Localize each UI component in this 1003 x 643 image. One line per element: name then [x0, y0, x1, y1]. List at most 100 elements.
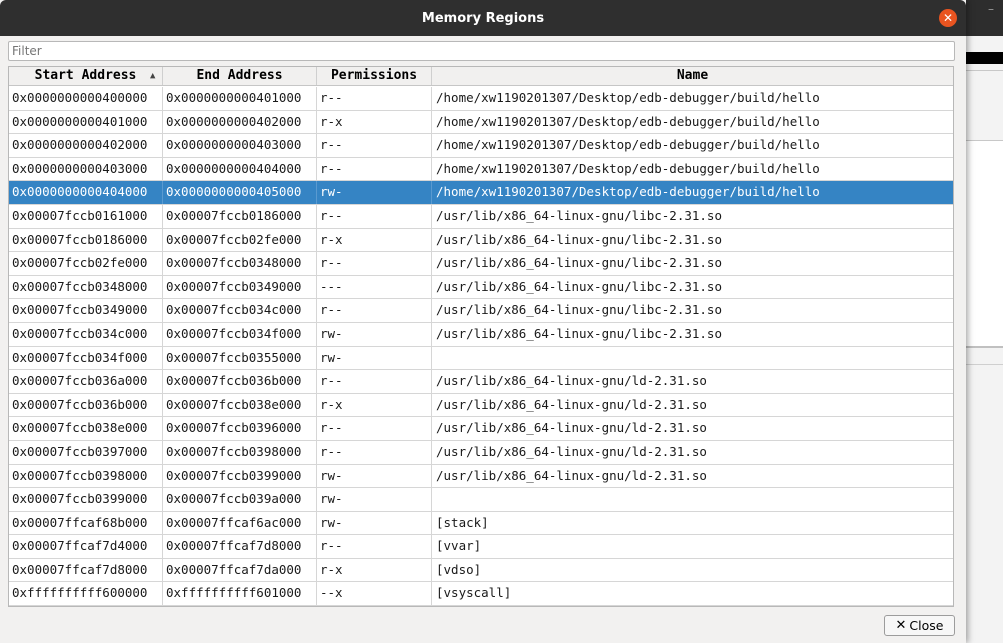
- name-cell: /home/xw1190201307/Desktop/edb-debugger/…: [436, 137, 820, 153]
- name-cell: /usr/lib/x86_64-linux-gnu/libc-2.31.so: [436, 231, 722, 247]
- permissions-cell: r--: [317, 204, 432, 228]
- name-cell: /usr/lib/x86_64-linux-gnu/libc-2.31.so: [436, 325, 722, 341]
- permissions-cell: r-x: [317, 228, 432, 252]
- end-address-cell: 0x00007fccb0398000: [163, 440, 317, 464]
- start-address-cell: 0x00007fccb0398000: [9, 464, 163, 488]
- start-address-cell: 0x00007fccb034f000: [9, 346, 163, 370]
- end-address-cell: 0x0000000000404000: [163, 157, 317, 181]
- close-button[interactable]: ✕ Close: [884, 615, 955, 636]
- name-cell: /usr/lib/x86_64-linux-gnu/libc-2.31.so: [436, 255, 722, 271]
- sort-ascending-icon: ▲: [150, 71, 156, 81]
- name-cell: [vsyscall]: [436, 585, 512, 601]
- background-divider: [963, 70, 1003, 71]
- title-bar[interactable]: Memory Regions ✕: [0, 0, 966, 36]
- permissions-cell: rw-: [317, 346, 432, 370]
- table-row[interactable]: 0x00007ffcaf7d8000 0x00007ffcaf7da000 r-x[…: [9, 558, 953, 583]
- end-address-cell: 0x0000000000405000: [163, 181, 317, 205]
- column-header-start-address[interactable]: Start Address ▲: [9, 67, 163, 85]
- table-row[interactable]: 0x00007fccb0186000 0x00007fccb02fe000 r-x /…: [9, 228, 953, 253]
- table-row[interactable]: 0x00007fccb0349000 0x00007fccb034c000 r-- /…: [9, 299, 953, 323]
- column-header-permissions[interactable]: Permissions: [317, 67, 432, 85]
- end-address-cell: 0x0000000000401000: [163, 87, 317, 110]
- table-row[interactable]: 0x00007fccb02fe000 0x00007fccb0348000 r-- /…: [9, 252, 953, 276]
- permissions-cell: r--: [317, 417, 432, 441]
- column-header-name[interactable]: Name: [432, 67, 953, 85]
- start-address-cell: 0x00007fccb0399000: [9, 488, 163, 512]
- end-address-cell: 0x00007fccb034f000: [163, 322, 317, 346]
- table-row[interactable]: 0x0000000000404000 0x0000000000405000 rw- /…: [9, 181, 953, 205]
- name-cell: [432, 347, 953, 370]
- name-cell: [stack]: [436, 514, 489, 530]
- name-cell: /home/xw1190201307/Desktop/edb-debugger/…: [436, 90, 820, 105]
- start-address-cell: 0x00007fccb038e000: [9, 417, 163, 441]
- start-address-cell: 0x00007fccb0348000: [9, 275, 163, 299]
- name-cell: /usr/lib/x86_64-linux-gnu/ld-2.31.so: [436, 467, 707, 483]
- end-address-cell: 0x00007fccb0349000: [163, 275, 317, 299]
- end-address-cell: 0x00007fccb0399000: [163, 464, 317, 488]
- table-row[interactable]: 0x00007fccb0398000 0x00007fccb0399000 rw- /…: [9, 464, 953, 489]
- permissions-cell: r--: [317, 299, 432, 323]
- permissions-cell: r--: [317, 535, 432, 559]
- start-address-cell: 0x00007ffcaf7d4000: [9, 535, 163, 559]
- table-row[interactable]: 0x0000000000402000 0x0000000000403000 r-- /…: [9, 134, 953, 158]
- permissions-cell: r-x: [317, 558, 432, 582]
- start-address-cell: 0x00007fccb02fe000: [9, 252, 163, 276]
- window-close-icon[interactable]: ✕: [939, 9, 957, 27]
- start-address-cell: 0x0000000000401000: [9, 110, 163, 134]
- table-row[interactable]: 0x00007fccb0397000 0x00007fccb0398000 r-- /…: [9, 440, 953, 465]
- start-address-cell: 0x00007fccb0349000: [9, 299, 163, 323]
- name-cell: /usr/lib/x86_64-linux-gnu/ld-2.31.so: [436, 443, 707, 459]
- end-address-cell: 0xffffffffff601000: [163, 582, 317, 606]
- background-window: –: [963, 0, 1003, 643]
- table-row[interactable]: 0x00007fccb0161000 0x00007fccb0186000 r-- /…: [9, 204, 953, 229]
- start-address-cell: 0x00007fccb036a000: [9, 370, 163, 394]
- permissions-cell: r--: [317, 440, 432, 464]
- permissions-cell: r--: [317, 370, 432, 394]
- table-row[interactable]: 0x00007fccb034f000 0x00007fccb0355000 rw-: [9, 346, 953, 371]
- end-address-cell: 0x00007fccb0396000: [163, 417, 317, 441]
- name-cell: [vdso]: [436, 561, 482, 577]
- end-address-cell: 0x00007ffcaf7da000: [163, 558, 317, 582]
- table-row[interactable]: 0x0000000000403000 0x0000000000404000 r-- /…: [9, 157, 953, 182]
- name-cell: [432, 488, 953, 511]
- background-splitter[interactable]: [963, 346, 1003, 348]
- name-cell: /usr/lib/x86_64-linux-gnu/ld-2.31.so: [436, 373, 707, 389]
- table-row[interactable]: 0x00007fccb0399000 0x00007fccb039a000 rw-: [9, 488, 953, 512]
- name-cell: /home/xw1190201307/Desktop/edb-debugger/…: [436, 184, 820, 200]
- end-address-cell: 0x00007fccb0186000: [163, 204, 317, 228]
- column-header-label: Start Address: [34, 68, 137, 83]
- column-header-label: Permissions: [330, 68, 418, 83]
- table-row[interactable]: 0x00007fccb038e000 0x00007fccb0396000 r-- /…: [9, 417, 953, 441]
- table-body: 0x0000000000400000 0x0000000000401000 r-- /…: [9, 87, 953, 606]
- end-address-cell: 0x00007fccb0355000: [163, 346, 317, 370]
- permissions-cell: r-x: [317, 110, 432, 134]
- permissions-cell: r--: [317, 87, 432, 110]
- start-address-cell: 0x0000000000403000: [9, 157, 163, 181]
- column-header-end-address[interactable]: End Address: [163, 67, 317, 85]
- table-row[interactable]: 0xffffffffff600000 0xffffffffff601000 --x[…: [9, 582, 953, 606]
- table-row[interactable]: 0x00007fccb034c000 0x00007fccb034f000 rw- /…: [9, 322, 953, 347]
- end-address-cell: 0x00007ffcaf7d8000: [163, 535, 317, 559]
- table-row[interactable]: 0x00007fccb036a000 0x00007fccb036b000 r-- /…: [9, 370, 953, 394]
- table-row[interactable]: 0x00007ffcaf7d4000 0x00007ffcaf7d8000 r--[…: [9, 535, 953, 559]
- table-row[interactable]: 0x0000000000401000 0x0000000000402000 r-x /…: [9, 110, 953, 135]
- table-row[interactable]: 0x00007ffcaf68b000 0x00007ffcaf6ac000 rw-[…: [9, 511, 953, 536]
- permissions-cell: ---: [317, 275, 432, 299]
- start-address-cell: 0x00007fccb034c000: [9, 322, 163, 346]
- table-row[interactable]: 0x00007fccb036b000 0x00007fccb038e000 r-x /…: [9, 393, 953, 418]
- name-cell: /usr/lib/x86_64-linux-gnu/ld-2.31.so: [436, 420, 707, 436]
- column-header-label: End Address: [196, 68, 283, 83]
- table-row[interactable]: 0x0000000000400000 0x0000000000401000 r-- /…: [9, 87, 953, 111]
- memory-regions-dialog: Memory Regions ✕ Start Address ▲ End Add…: [0, 0, 966, 643]
- permissions-cell: r--: [317, 157, 432, 181]
- minimize-icon[interactable]: –: [988, 2, 994, 16]
- end-address-cell: 0x00007fccb036b000: [163, 370, 317, 394]
- end-address-cell: 0x00007fccb02fe000: [163, 228, 317, 252]
- name-cell: /usr/lib/x86_64-linux-gnu/libc-2.31.so: [436, 207, 722, 223]
- start-address-cell: 0x0000000000404000: [9, 181, 163, 205]
- table-row[interactable]: 0x00007fccb0348000 0x00007fccb0349000 --- /…: [9, 275, 953, 300]
- name-cell: [vvar]: [436, 538, 482, 554]
- start-address-cell: 0x00007fccb0186000: [9, 228, 163, 252]
- filter-input[interactable]: [8, 41, 955, 61]
- permissions-cell: rw-: [317, 488, 432, 512]
